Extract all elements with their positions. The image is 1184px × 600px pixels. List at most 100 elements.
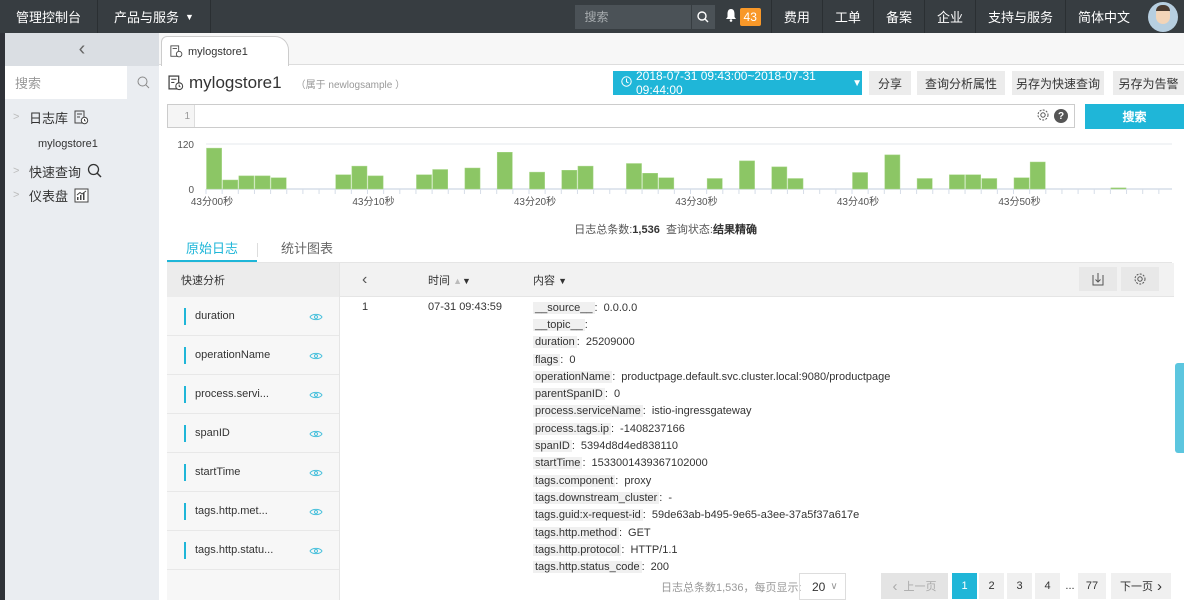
field-value[interactable]: - bbox=[668, 492, 672, 504]
sidebar-item-dashboard[interactable]: > 仪表盘 bbox=[5, 183, 159, 207]
page-button[interactable]: 1 bbox=[952, 573, 977, 599]
field-value[interactable]: 1533001439367102000 bbox=[592, 457, 708, 469]
field-value[interactable]: GET bbox=[628, 527, 651, 539]
column-time[interactable]: 时间 ▲▼ bbox=[428, 272, 471, 288]
y-tick-label: 120 bbox=[177, 140, 194, 151]
search-icon[interactable] bbox=[127, 66, 159, 99]
feedback-tab[interactable] bbox=[1175, 363, 1184, 453]
field-value[interactable]: 25209000 bbox=[586, 336, 635, 348]
field-value[interactable]: 0 bbox=[569, 354, 575, 366]
prev-page-button[interactable]: ‹ 上一页 bbox=[881, 573, 948, 599]
save-as-alert-button[interactable]: 另存为告警 bbox=[1113, 71, 1184, 95]
eye-icon[interactable] bbox=[309, 467, 323, 481]
field-key[interactable]: process.serviceName bbox=[533, 405, 643, 418]
sidebar-item-saved-search[interactable]: > 快速查询 bbox=[5, 159, 159, 183]
field-key[interactable]: tags.http.protocol bbox=[533, 543, 622, 556]
share-button[interactable]: 分享 bbox=[869, 71, 911, 95]
field-key[interactable]: tags.http.status_code bbox=[533, 561, 642, 574]
quick-analysis-field[interactable]: spanID bbox=[167, 414, 339, 453]
page-button[interactable]: 4 bbox=[1035, 573, 1060, 599]
logstore-icon bbox=[74, 110, 89, 125]
field-key[interactable]: duration bbox=[533, 336, 577, 349]
save-as-saved-search-button[interactable]: 另存为快速查询 bbox=[1012, 71, 1104, 95]
search-icon bbox=[87, 163, 103, 179]
notifications[interactable]: 43 bbox=[725, 7, 761, 26]
next-page-button[interactable]: 下一页 › bbox=[1111, 573, 1171, 599]
nav-icp[interactable]: 备案 bbox=[872, 0, 924, 33]
field-key[interactable]: __source__ bbox=[533, 301, 595, 314]
field-value[interactable]: 0.0.0.0 bbox=[604, 302, 638, 314]
query-input[interactable] bbox=[195, 105, 1036, 127]
histogram-bar bbox=[335, 174, 352, 190]
quick-analysis-field[interactable]: operationName bbox=[167, 336, 339, 375]
quick-analysis-field[interactable]: tags.http.met... bbox=[167, 492, 339, 531]
field-key[interactable]: tags.component bbox=[533, 474, 616, 487]
histogram-bar bbox=[529, 171, 545, 190]
sidebar-item-logstores[interactable]: > 日志库 bbox=[5, 105, 159, 129]
field-value[interactable]: proxy bbox=[624, 475, 651, 487]
table-settings-button[interactable] bbox=[1121, 267, 1159, 291]
field-value[interactable]: 59de63ab-b495-9e65-a3ee-37a5f37a617e bbox=[652, 509, 859, 521]
tab-mylogstore1[interactable]: mylogstore1 bbox=[161, 36, 289, 66]
field-value[interactable]: -1408237166 bbox=[620, 423, 685, 435]
field-key[interactable]: parentSpanID bbox=[533, 388, 605, 401]
field-value[interactable]: 0 bbox=[614, 388, 620, 400]
nav-support[interactable]: 支持与服务 bbox=[974, 0, 1065, 33]
column-content[interactable]: 内容 ▼ bbox=[533, 272, 567, 288]
quick-analysis-field[interactable]: duration bbox=[167, 297, 339, 336]
eye-icon[interactable] bbox=[309, 311, 323, 325]
sidebar-logstore-mylogstore1[interactable]: mylogstore1 bbox=[5, 129, 159, 159]
quick-analysis-field[interactable]: process.servi... bbox=[167, 375, 339, 414]
help-icon[interactable]: ? bbox=[1054, 109, 1068, 123]
field-colon: : bbox=[610, 422, 615, 435]
download-button[interactable] bbox=[1079, 267, 1117, 291]
field-key[interactable]: startTime bbox=[533, 457, 583, 470]
field-value[interactable]: 200 bbox=[651, 561, 669, 573]
field-key[interactable]: tags.guid:x-request-id bbox=[533, 509, 643, 522]
field-value[interactable]: productpage.default.svc.cluster.local:90… bbox=[621, 371, 890, 383]
field-key[interactable]: __topic__ bbox=[533, 318, 585, 331]
quick-analysis-field[interactable]: startTime bbox=[167, 453, 339, 492]
chevron-left-icon[interactable]: ‹ bbox=[362, 271, 367, 289]
time-range-picker[interactable]: 2018-07-31 09:43:00~2018-07-31 09:44:00 … bbox=[613, 69, 862, 97]
page-button[interactable]: 77 bbox=[1078, 573, 1106, 599]
field-key[interactable]: tags.http.method bbox=[533, 526, 619, 539]
eye-icon[interactable] bbox=[309, 545, 323, 559]
top-search-box[interactable]: 搜索 bbox=[574, 4, 715, 29]
search-icon[interactable] bbox=[690, 4, 715, 29]
eye-icon[interactable] bbox=[309, 350, 323, 364]
field-value[interactable]: 5394d8d4ed838110 bbox=[581, 440, 678, 452]
field-key[interactable]: flags bbox=[533, 353, 561, 366]
query-editor: 1 ? bbox=[167, 104, 1075, 128]
page-button[interactable]: 2 bbox=[979, 573, 1004, 599]
sidebar-search-input[interactable]: 搜索 bbox=[5, 66, 127, 99]
field-key[interactable]: operationName bbox=[533, 370, 613, 383]
field-key[interactable]: tags.downstream_cluster bbox=[533, 491, 660, 504]
query-properties-button[interactable]: 查询分析属性 bbox=[917, 71, 1005, 95]
eye-icon[interactable] bbox=[309, 428, 323, 442]
search-button[interactable]: 搜索 bbox=[1085, 104, 1184, 129]
tab-charts[interactable]: 统计图表 bbox=[258, 237, 333, 262]
histogram-bar bbox=[642, 173, 658, 190]
nav-language[interactable]: 简体中文 bbox=[1064, 0, 1142, 33]
tab-raw-logs[interactable]: 原始日志 bbox=[167, 237, 257, 262]
nav-tickets[interactable]: 工单 bbox=[821, 0, 873, 33]
gear-icon[interactable] bbox=[1036, 108, 1050, 125]
field-value[interactable]: HTTP/1.1 bbox=[630, 544, 677, 556]
field-value[interactable]: istio-ingressgateway bbox=[652, 405, 752, 417]
page-button[interactable]: 3 bbox=[1007, 573, 1032, 599]
page-size-select[interactable]: 20 ∨ bbox=[799, 573, 846, 600]
collapse-sidebar-button[interactable]: ‹ bbox=[5, 33, 159, 66]
user-avatar[interactable] bbox=[1148, 1, 1178, 32]
quick-analysis-field[interactable]: tags.http.statu... bbox=[167, 531, 339, 570]
nav-billing[interactable]: 费用 bbox=[770, 0, 822, 33]
console-link[interactable]: 管理控制台 bbox=[0, 0, 99, 33]
eye-icon[interactable] bbox=[309, 506, 323, 520]
sort-icon[interactable]: ▲▼ bbox=[453, 276, 471, 286]
top-search-input[interactable]: 搜索 bbox=[575, 8, 691, 25]
field-key[interactable]: process.tags.ip bbox=[533, 422, 611, 435]
products-menu[interactable]: 产品与服务 ▼ bbox=[98, 0, 211, 33]
eye-icon[interactable] bbox=[309, 389, 323, 403]
nav-enterprise[interactable]: 企业 bbox=[923, 0, 975, 33]
field-key[interactable]: spanID bbox=[533, 440, 572, 453]
